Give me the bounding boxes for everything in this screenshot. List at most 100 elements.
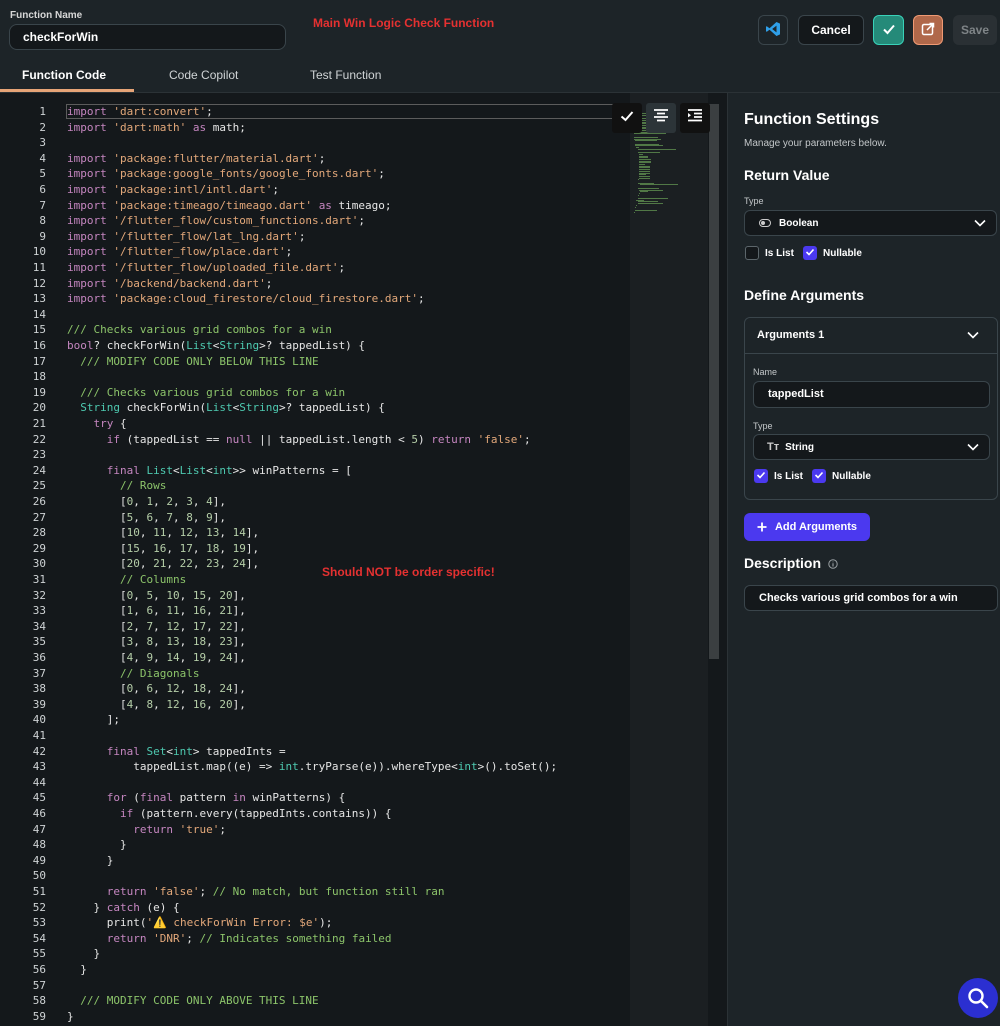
code-line: [20, 21, 22, 23, 24], — [67, 557, 260, 571]
argument-card-header[interactable]: Arguments 1 — [745, 318, 997, 354]
define-arguments-title: Define Arguments — [744, 287, 865, 303]
code-line: [0, 1, 2, 3, 4], — [67, 495, 226, 508]
tab-bar: Function Code Code Copilot Test Function — [0, 60, 1000, 93]
save-button[interactable]: Save — [953, 15, 997, 45]
code-line: try { — [93, 417, 127, 430]
argument-name-input[interactable]: tappedList — [753, 381, 990, 408]
argument-type-value: String — [785, 441, 814, 453]
chevron-down-icon — [967, 331, 979, 339]
code-editor[interactable]: 1 2 3 4 5 6 7 8 9 10 11 12 13 14 15 16 17 18 19 20 21 22 23 24 2… — [0, 93, 727, 1026]
minimap-line — [638, 192, 640, 194]
code-line: } catch (e) { — [67, 900, 180, 914]
line-number: 40 — [32, 713, 46, 727]
check-icon — [814, 467, 824, 485]
return-is-list-checkbox[interactable] — [745, 246, 759, 260]
minimap-line — [637, 179, 639, 181]
line-number: 38 — [32, 682, 46, 696]
top-bar: Function Name checkForWin Main Win Logic… — [0, 0, 1000, 60]
line-number: 56 — [32, 963, 46, 976]
argument-card-title: Arguments 1 — [757, 329, 825, 341]
align-center-icon — [653, 108, 669, 129]
function-name-input[interactable]: checkForWin — [9, 24, 286, 50]
code-line: tappedList.map((e) => int.tryParse(e)).w… — [67, 760, 558, 774]
line-number: 44 — [32, 775, 46, 789]
minimap-line — [636, 204, 637, 206]
accept-code-button[interactable] — [612, 103, 642, 133]
code-line: import '/flutter_flow/custom_functions.d… — [67, 214, 366, 228]
indent-button[interactable] — [680, 103, 710, 133]
search-icon — [966, 986, 990, 1010]
line-number: 45 — [32, 791, 46, 805]
minimap-line — [635, 209, 657, 211]
code-line: [2, 7, 12, 17, 22], — [67, 619, 246, 633]
confirm-button[interactable] — [873, 15, 904, 45]
code-line: // Diagonals — [119, 666, 200, 680]
code-line: [0, 5, 10, 15, 20], — [67, 588, 246, 602]
line-number: 49 — [32, 853, 46, 867]
code-line: import 'package:google_fonts/google_font… — [67, 167, 385, 181]
tab-code-copilot[interactable]: Code Copilot — [169, 68, 238, 82]
cancel-button[interactable]: Cancel — [798, 15, 864, 45]
code-line: return 'true'; — [133, 822, 226, 836]
return-nullable-label: Nullable — [823, 248, 862, 259]
argument-is-list-checkbox[interactable] — [754, 469, 768, 483]
return-type-dropdown[interactable]: Boolean — [744, 210, 997, 236]
code-line: return 'false'; // No match, but functio… — [106, 885, 445, 898]
tab-function-code[interactable]: Function Code — [22, 68, 106, 82]
editor-toolbar — [612, 103, 710, 133]
format-code-button[interactable] — [646, 103, 676, 133]
line-number: 37 — [32, 666, 46, 680]
line-number: 29 — [32, 541, 46, 555]
check-icon — [882, 22, 896, 39]
description-title: Description — [744, 555, 838, 571]
annotation-main-logic: Main Win Logic Check Function — [313, 16, 495, 30]
line-number: 47 — [32, 822, 46, 836]
annotation-order-note: Should NOT be order specific! — [322, 565, 495, 579]
code-line: import 'package:timeago/timeago.dart' as… — [67, 198, 392, 212]
code-line: final List<List<int>> winPatterns = [ — [106, 463, 352, 477]
code-line: /// Checks various grid combos for a win — [80, 385, 346, 399]
minimap-line — [640, 184, 679, 186]
tab-test-function[interactable]: Test Function — [310, 68, 381, 82]
line-number: 23 — [32, 448, 46, 462]
argument-is-list-label: Is List — [774, 471, 803, 482]
code-line: /// MODIFY CODE ONLY BELOW THIS LINE — [80, 354, 319, 368]
info-icon[interactable] — [828, 559, 838, 569]
code-line: import 'dart:convert'; — [67, 105, 213, 118]
argument-card: Arguments 1 Name tappedList Type Tт Stri… — [744, 317, 998, 500]
line-number: 34 — [32, 619, 46, 633]
text-type-icon: Tт — [767, 441, 780, 453]
code-area[interactable]: import 'dart:convert'; import 'dart:math'… — [67, 93, 627, 1026]
editor-scrollbar[interactable] — [709, 104, 719, 659]
line-number: 16 — [32, 339, 46, 352]
return-is-list-label: Is List — [765, 248, 794, 259]
line-number: 24 — [32, 463, 46, 477]
description-title-text: Description — [744, 555, 822, 571]
line-number: 30 — [32, 557, 46, 571]
argument-nullable-checkbox[interactable] — [812, 469, 826, 483]
code-line: [10, 11, 12, 13, 14], — [67, 526, 260, 540]
argument-type-dropdown[interactable]: Tт String — [753, 434, 990, 460]
vscode-button[interactable] — [758, 15, 788, 45]
line-number: 46 — [32, 807, 46, 820]
code-line: import 'package:flutter/material.dart'; — [67, 151, 326, 165]
line-number: 59 — [32, 1009, 46, 1023]
add-arguments-button[interactable]: Add Arguments — [744, 513, 870, 541]
open-external-button[interactable] — [913, 15, 943, 45]
line-number: 10 — [32, 245, 46, 259]
description-input[interactable]: Checks various grid combos for a win — [744, 585, 998, 611]
line-number: 6 — [39, 183, 46, 196]
return-nullable-checkbox[interactable] — [803, 246, 817, 260]
search-fab-button[interactable] — [958, 978, 998, 1018]
minimap[interactable] — [630, 93, 708, 1026]
external-link-icon — [921, 22, 935, 39]
line-number: 7 — [39, 198, 46, 212]
line-number: 14 — [32, 307, 46, 321]
function-settings-panel: Function Settings Manage your parameters… — [727, 93, 1000, 1026]
code-line: [4, 9, 14, 19, 24], — [67, 651, 246, 664]
argument-type-label: Type — [753, 421, 773, 431]
return-type-label: Type — [744, 196, 764, 206]
line-number: 13 — [32, 292, 46, 306]
line-number: 1 — [39, 105, 46, 118]
code-line: if (pattern.every(tappedInts.contains)) … — [119, 807, 392, 820]
